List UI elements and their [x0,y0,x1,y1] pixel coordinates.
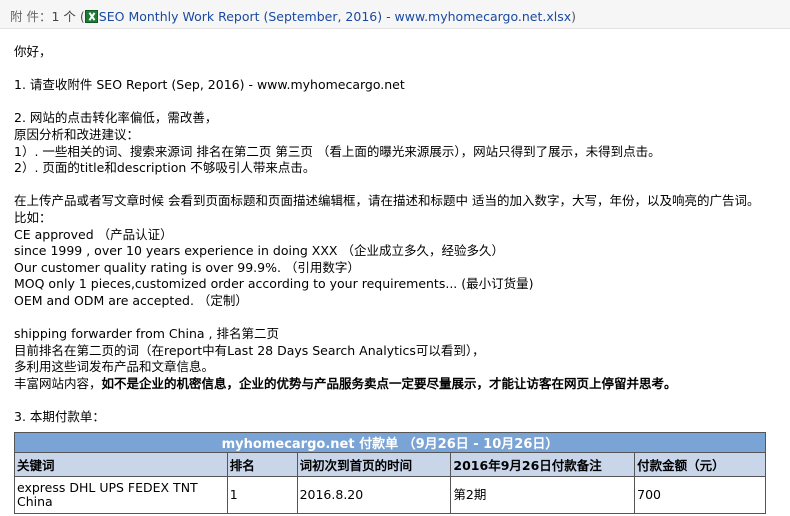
body-rich-line: 丰富网站内容，如不是企业的机密信息，企业的优势与产品服务卖点一定要尽量展示，才能… [14,376,790,393]
attachment-close-paren: ) [571,9,577,24]
body-line: CE approved （产品认证） [14,226,173,242]
body-line: 1）. 一些相关的词、搜索来源词 排名在第二页 第三页 （看上面的曝光来源展示）… [14,143,661,159]
body-line: OEM and ODM are accepted. （定制） [14,292,248,308]
section-3-heading: 3. 本期付款单： [14,409,105,425]
body-line: 你好， [14,44,52,59]
payment-table-header-row: 关键词 排名 词初次到首页的时间 2016年9月26日付款备注 付款金额（元） [14,452,766,477]
table-row: express DHL UPS FEDEX TNT China 1 2016.8… [14,476,766,514]
cell-payment-note: 第2期 [450,476,636,514]
body-line: 2）. 页面的title和description 不够吸引人带来点击。 [14,160,316,176]
column-header-first-date: 词初次到首页的时间 [296,452,452,477]
rich-line-bold: 如不是企业的机密信息，企业的优势与产品服务卖点一定要尽量展示，才能让访客在网页上… [101,375,677,391]
cell-first-date: 2016.8.20 [296,476,452,514]
column-header-rank: 排名 [226,452,298,477]
body-line: since 1999 , over 10 years experience in… [14,243,504,259]
payment-table-title-row: myhomecargo.net 付款单 （9月26日 - 10月26日） [14,432,766,453]
attachment-bar: 附 件：1 个 (SEO Monthly Work Report (Septem… [0,0,790,29]
attachment-count: 1 个 [51,9,76,24]
body-line: 在上传产品或者写文章时候 会看到页面标题和页面描述编辑框，请在描述和标题中 适当… [14,193,760,209]
cell-amount: 700 [634,476,766,514]
attachment-file-link[interactable]: SEO Monthly Work Report (September, 2016… [99,9,571,24]
email-body: 你好， 1. 请查收附件 SEO Report (Sep, 2016) - ww… [14,44,790,426]
body-line: shipping forwarder from China , 排名第二页 [14,326,279,342]
body-line: 多利用这些词发布产品和文章信息。 [14,359,215,375]
excel-icon [84,10,98,23]
cell-rank: 1 [226,476,298,514]
column-header-keyword: 关键词 [14,452,228,477]
body-line: Our customer quality rating is over 99.9… [14,259,360,275]
body-line: MOQ only 1 pieces,customized order accor… [14,276,534,292]
rich-line-prefix: 丰富网站内容， [14,375,102,391]
column-header-amount: 付款金额（元） [634,452,766,477]
cell-keyword: express DHL UPS FEDEX TNT China [14,476,228,514]
payment-table: myhomecargo.net 付款单 （9月26日 - 10月26日） 关键词… [14,432,766,514]
body-line: 2. 网站的点击转化率偏低，需改善， [14,110,218,126]
body-line: 目前排名在第二页的词（在report中有Last 28 Days Search … [14,342,485,358]
column-header-payment-note: 2016年9月26日付款备注 [450,452,636,477]
body-line: 1. 请查收附件 SEO Report (Sep, 2016) - www.my… [14,77,405,93]
body-line: 原因分析和改进建议： [14,126,140,142]
payment-table-title: myhomecargo.net 付款单 （9月26日 - 10月26日） [14,432,766,453]
attachment-label: 附 件： [10,9,52,24]
body-line: 比如： [14,209,52,225]
